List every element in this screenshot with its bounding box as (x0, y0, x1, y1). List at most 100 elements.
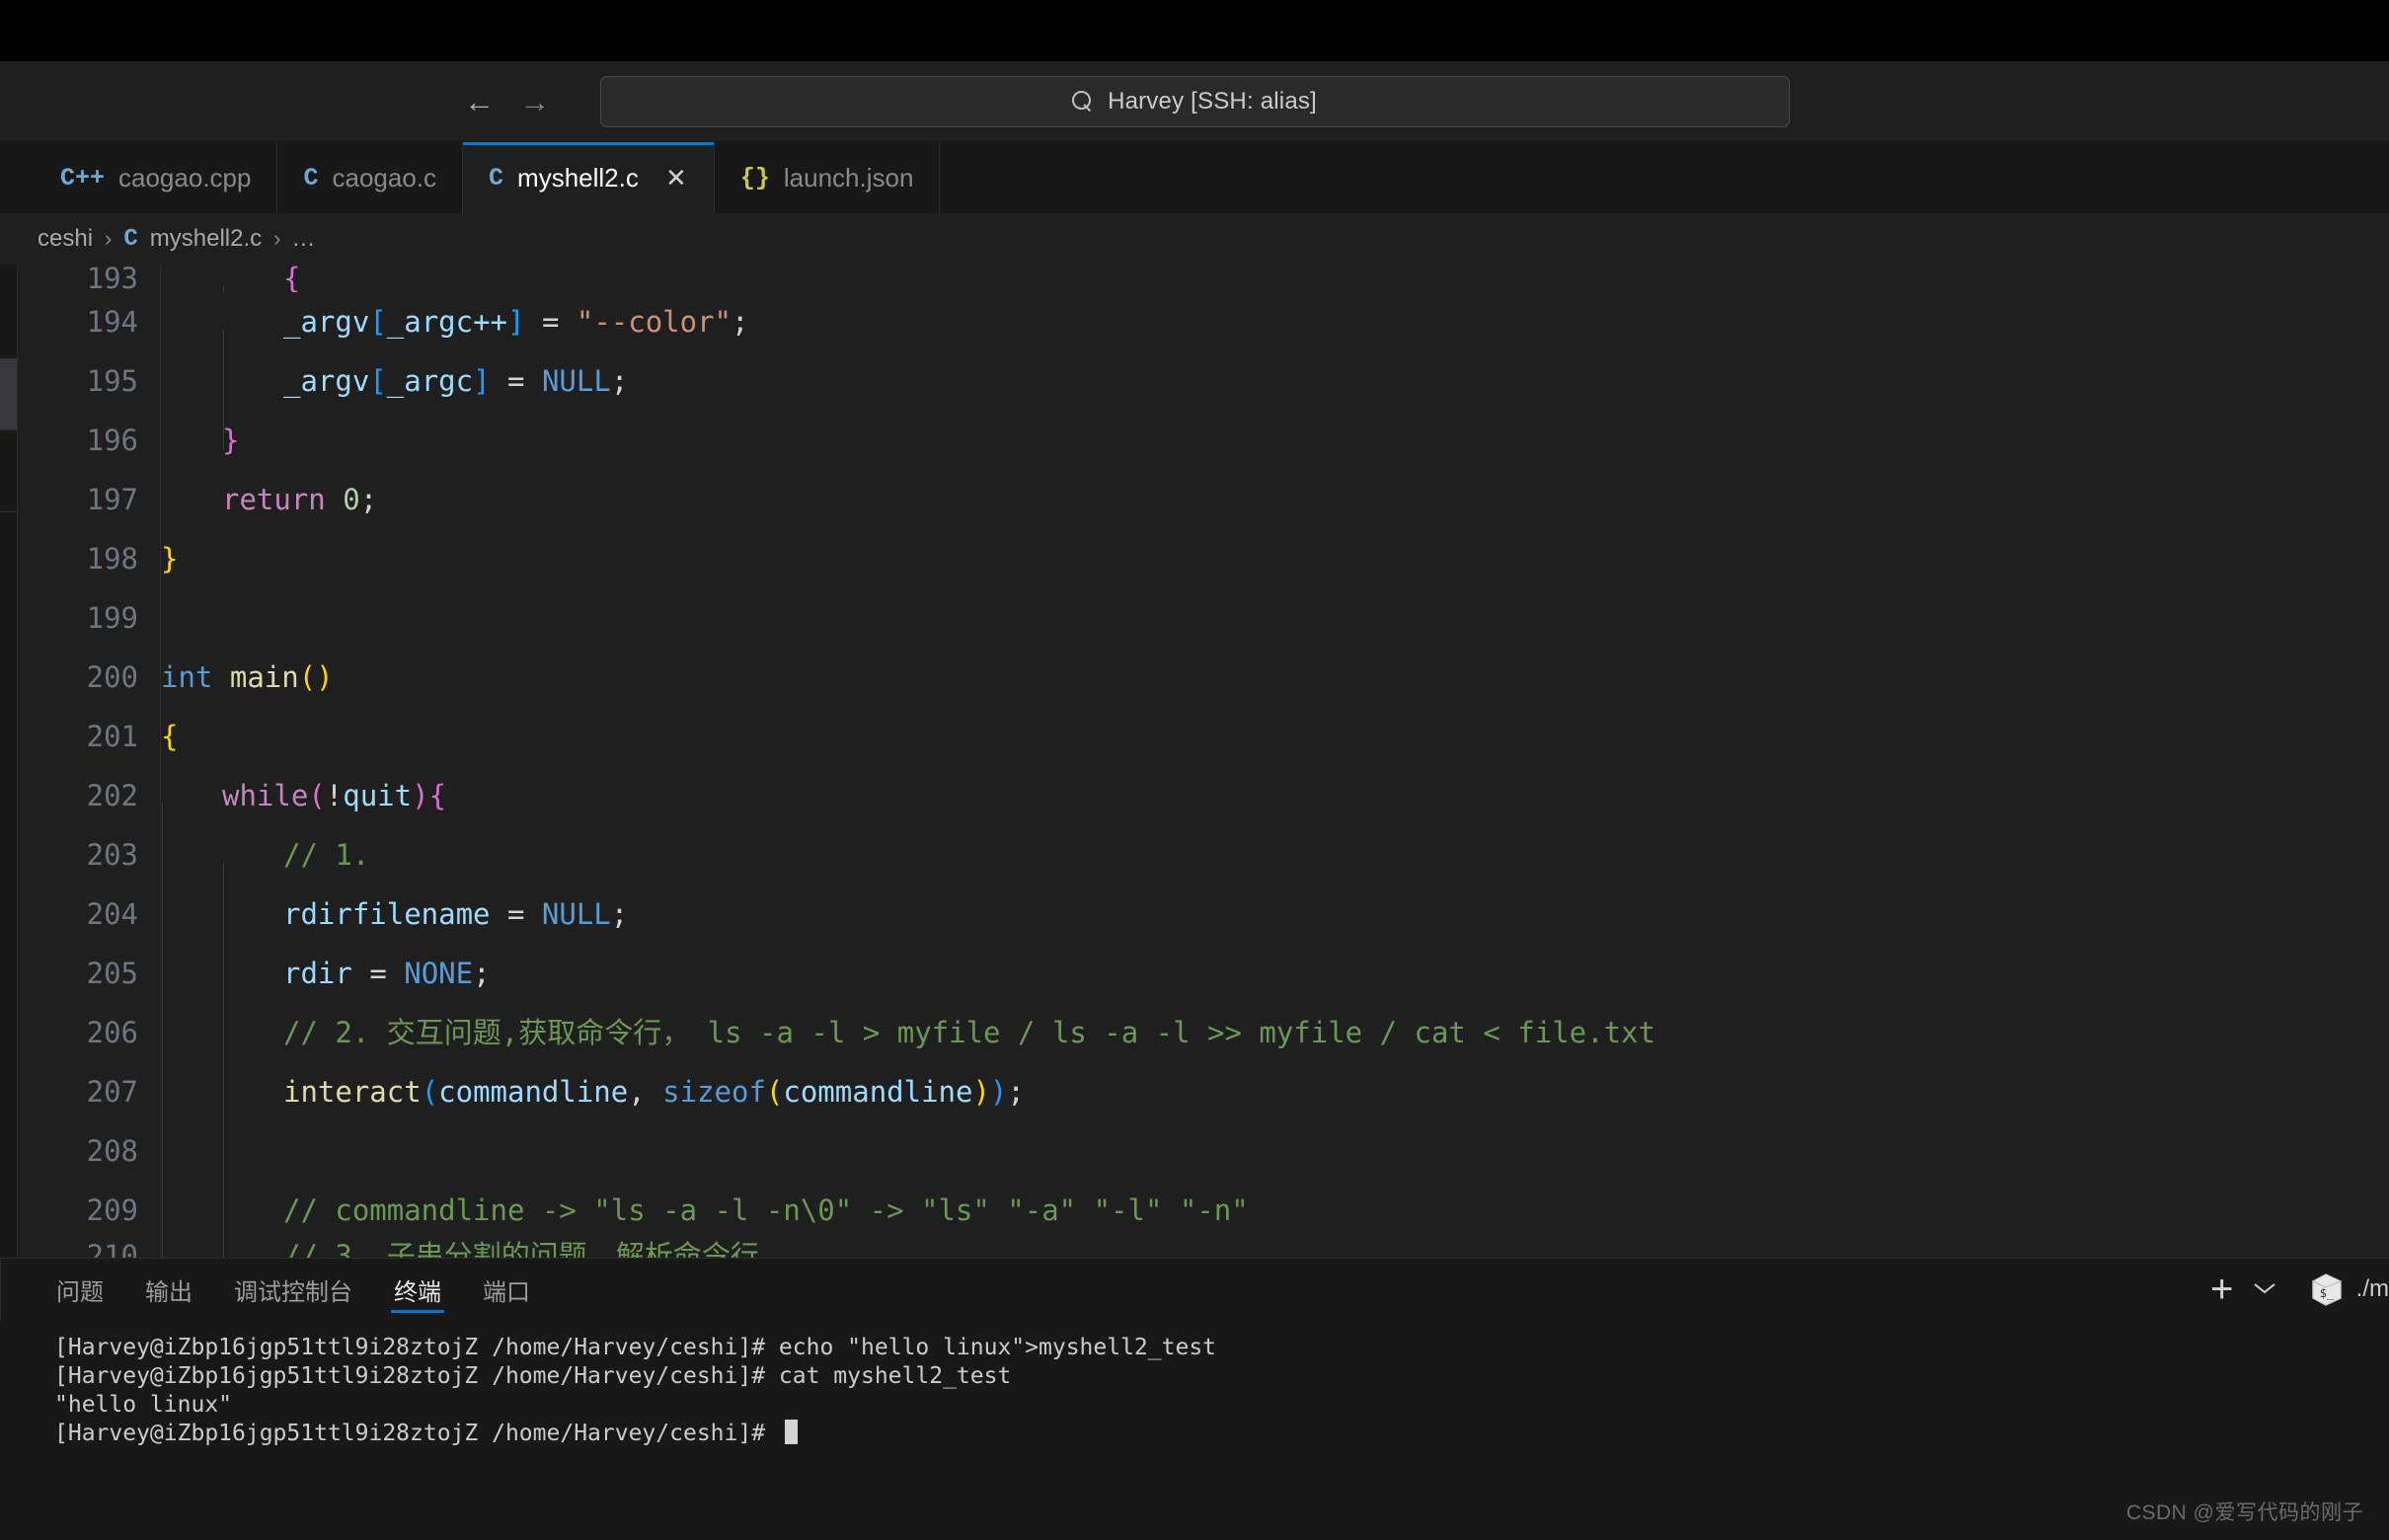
code-line-text: interact(commandline, sizeof(commandline… (161, 1062, 2389, 1161)
terminal-prompt-line: [Harvey@iZbp16jgp51ttl9i28ztojZ /home/Ha… (54, 1420, 2389, 1448)
panel-tab-output[interactable]: 输出 (124, 1259, 213, 1320)
cpp-file-icon: C++ (60, 163, 106, 192)
chevron-down-icon[interactable] (2244, 1276, 2285, 1302)
line-number: 198 (18, 529, 161, 588)
json-file-icon: {} (739, 163, 770, 192)
panel-actions: + $_ ./m (2200, 1270, 2389, 1309)
token-number: 0 (343, 483, 360, 516)
token-identifier: _argv (283, 364, 370, 398)
token-semicolon: ; (610, 897, 629, 931)
token-bracket: ( (421, 1075, 439, 1109)
svg-text:$_: $_ (2319, 1286, 2334, 1300)
code-editor[interactable]: 193 { 194 _argv[_argc++] = "--color"; 19… (18, 265, 2389, 1258)
code-line: 197 return 0; (18, 470, 2389, 529)
tab-caogao-c[interactable]: C caogao.c (277, 142, 464, 213)
token-type: int (161, 660, 213, 694)
breadcrumb-file[interactable]: myshell2.c (150, 225, 262, 253)
panel-header: 问题 输出 调试控制台 终端 端口 + $_ ./m (0, 1259, 2389, 1320)
sliver-divider (0, 511, 17, 512)
token-semicolon: ; (1007, 1075, 1025, 1109)
watermark: CSDN @爱写代码的刚子 (2125, 1502, 2363, 1524)
panel-tab-label: 输出 (145, 1278, 193, 1306)
line-number: 205 (18, 944, 161, 1003)
code-line-text: // 3. 子串分割的问题，解析命令行 (161, 1240, 2389, 1258)
token-bracket: ) (412, 779, 429, 812)
line-number: 209 (18, 1181, 161, 1240)
panel-tab-debug-console[interactable]: 调试控制台 (213, 1259, 373, 1320)
code-line-text: { (161, 707, 2389, 766)
command-center-value: Harvey [SSH: alias] (1108, 87, 1317, 115)
breadcrumb-symbol-ellipsis[interactable]: ... (292, 225, 315, 253)
terminal-output[interactable]: [Harvey@iZbp16jgp51ttl9i28ztojZ /home/Ha… (0, 1320, 2389, 1540)
token-identifier: _argv (283, 305, 370, 339)
code-line: 204 rdirfilename = NULL; (18, 885, 2389, 983)
panel-tab-problems[interactable]: 问题 (36, 1259, 124, 1320)
code-line-text: // commandline -> "ls -a -l -n\0" -> "ls… (161, 1181, 2389, 1258)
token-bracket: ) (989, 1075, 1008, 1109)
back-arrow-icon[interactable]: ← (464, 86, 495, 116)
tab-launch-json[interactable]: {} launch.json (714, 142, 941, 213)
code-line: 200 int main() (18, 648, 2389, 707)
tab-label: launch.json (783, 162, 914, 192)
code-line-text: rdirfilename = NULL; (161, 885, 2389, 983)
breadcrumb-folder[interactable]: ceshi (38, 225, 93, 253)
activity-bar-sliver (0, 265, 18, 1258)
code-line: 207 interact(commandline, sizeof(command… (18, 1062, 2389, 1161)
sliver-selected-item[interactable] (0, 358, 17, 429)
token-identifier: rdir (283, 957, 352, 990)
token-bracket: { (161, 720, 179, 753)
panel-tab-ports[interactable]: 端口 (462, 1259, 551, 1320)
close-icon[interactable]: ✕ (664, 165, 688, 191)
forward-arrow-icon[interactable]: → (519, 86, 550, 116)
code-line: 205 rdir = NONE; (18, 944, 2389, 1042)
command-center-search[interactable]: Harvey [SSH: alias] (599, 75, 1790, 127)
panel-tab-terminal[interactable]: 终端 (373, 1259, 462, 1320)
bottom-panel: 问题 输出 调试控制台 终端 端口 + $_ ./m [Harvey@iZbp1… (0, 1258, 2389, 1540)
panel-tab-label: 端口 (483, 1278, 530, 1306)
token-identifier: _argc++ (386, 305, 507, 339)
token-identifier: _argc (386, 364, 474, 398)
token-comment: // 2. 交互问题,获取命令行， ls -a -l > myfile / ls… (283, 1016, 1656, 1049)
tab-myshell2-c[interactable]: C myshell2.c ✕ (463, 142, 715, 213)
token-semicolon: ; (359, 483, 378, 516)
token-operator: = (369, 957, 387, 990)
token-semicolon: ; (732, 305, 749, 339)
line-number: 202 (18, 766, 161, 825)
bash-terminal-icon[interactable]: $_ (2307, 1270, 2347, 1308)
line-number: 203 (18, 825, 161, 885)
token-bracket: [ (369, 305, 387, 339)
terminal-name-label[interactable]: ./m (2356, 1275, 2389, 1303)
token-bracket: ] (507, 305, 525, 339)
code-line-text: return 0; (161, 470, 2389, 529)
line-number: 193 (18, 265, 161, 292)
code-line: 193 { (18, 265, 2389, 292)
token-keyword: while (222, 779, 309, 812)
token-bracket: ( (298, 660, 317, 694)
code-line: 210 // 3. 子串分割的问题，解析命令行 (18, 1240, 2389, 1258)
line-number: 201 (18, 707, 161, 766)
token-function: interact (283, 1075, 422, 1109)
code-line-text: rdir = NONE; (161, 944, 2389, 1042)
token-operator: = (507, 364, 525, 398)
token-bracket: } (222, 424, 240, 457)
code-line: 198 } (18, 529, 2389, 588)
title-bar: ← → Harvey [SSH: alias] (0, 61, 2389, 142)
code-line: 209 // commandline -> "ls -a -l -n\0" ->… (18, 1181, 2389, 1258)
line-number: 210 (18, 1240, 161, 1258)
token-constant: NONE (404, 957, 474, 990)
token-bracket: ) (316, 660, 334, 694)
token-semicolon: ; (473, 957, 491, 990)
code-line: 208 (18, 1121, 2389, 1220)
new-terminal-icon[interactable]: + (2200, 1270, 2244, 1309)
token-keyword: sizeof (662, 1075, 766, 1109)
panel-tab-label: 终端 (394, 1278, 441, 1306)
token-bracket: ) (972, 1075, 990, 1109)
token-constant: NULL (541, 364, 611, 398)
chevron-right-icon: › (273, 226, 281, 251)
code-line-text (161, 1121, 2389, 1220)
tab-caogao-cpp[interactable]: C++ caogao.cpp (35, 142, 278, 213)
token-operator: = (541, 305, 560, 339)
token-bracket: ( (308, 779, 326, 812)
editor-area: 193 { 194 _argv[_argc++] = "--color"; 19… (0, 265, 2389, 1258)
